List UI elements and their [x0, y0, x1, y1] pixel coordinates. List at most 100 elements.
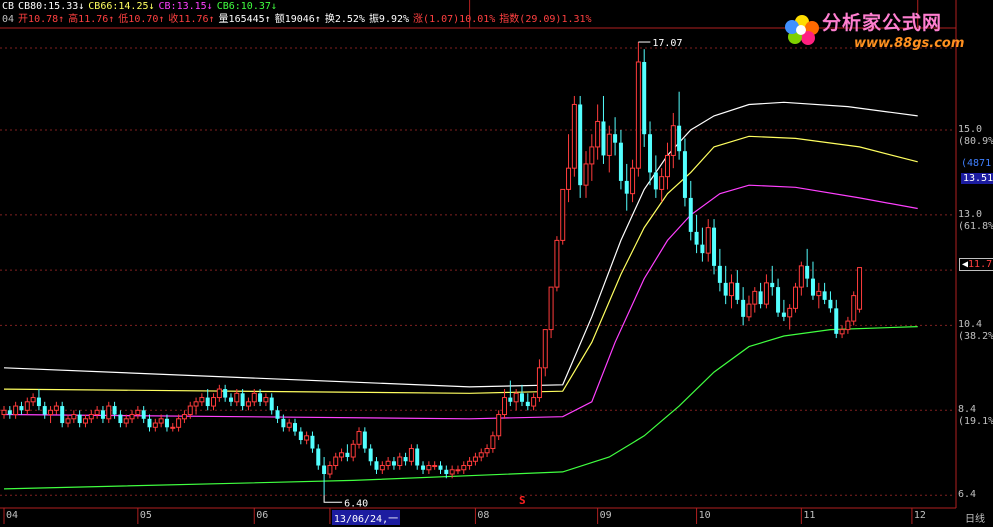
candle — [36, 389, 41, 411]
candle — [700, 227, 705, 262]
candle-body — [729, 282, 734, 297]
period-label[interactable]: 日线 — [965, 510, 985, 525]
candle-body — [700, 244, 705, 254]
ma-legend-item-2: CB66:14.25↓ — [88, 1, 155, 12]
candle — [664, 142, 670, 190]
candle-body — [712, 227, 717, 266]
candle-body — [228, 397, 233, 402]
candle-body — [630, 167, 636, 195]
candle — [630, 159, 636, 203]
candle — [362, 427, 367, 453]
candle-body — [350, 443, 356, 458]
current-price-box: ◀11.7 — [959, 258, 993, 271]
candle — [472, 452, 478, 466]
candle — [141, 406, 146, 424]
candle — [129, 410, 135, 424]
candle — [583, 151, 589, 198]
candle — [746, 295, 752, 322]
candle-body — [776, 287, 781, 313]
ma-legend-item-3: CB:13.15↓ — [158, 1, 213, 12]
candle-body — [508, 397, 513, 402]
candle-body — [798, 265, 804, 288]
candle-body — [48, 409, 54, 416]
candle-body — [281, 418, 286, 428]
candle-body — [566, 167, 572, 190]
candle — [776, 278, 781, 317]
candle-body — [118, 414, 123, 424]
candle-body — [484, 448, 490, 454]
candle-body — [19, 406, 24, 411]
candle — [82, 414, 88, 428]
candle — [659, 168, 665, 203]
candle — [391, 457, 396, 470]
candle — [298, 427, 303, 445]
candle — [805, 248, 810, 288]
candle-body — [648, 134, 653, 173]
candle-body — [385, 460, 391, 467]
candle — [118, 410, 123, 428]
candle-body — [123, 418, 129, 424]
candle — [245, 397, 251, 411]
candle-body — [379, 465, 385, 471]
candle-body — [664, 154, 670, 178]
candle-body — [449, 469, 455, 475]
candle-body — [77, 414, 82, 424]
candle — [408, 444, 414, 466]
candle — [496, 410, 502, 441]
candle-body — [839, 329, 845, 335]
quote-item-6: 额19046↑ — [274, 14, 321, 25]
candle — [181, 410, 187, 424]
candle — [781, 299, 786, 322]
candle-body — [310, 435, 315, 449]
candle-body — [88, 414, 94, 420]
candle-body — [403, 457, 408, 462]
candle-body — [240, 393, 245, 407]
candle-body — [327, 465, 333, 475]
candle-body — [263, 397, 269, 403]
fib-pct-label: (61.8%) — [958, 220, 993, 232]
candle-body — [467, 460, 473, 467]
candle-body — [408, 448, 414, 462]
candle-body — [513, 392, 519, 403]
candle — [566, 134, 572, 203]
candle — [216, 384, 222, 402]
candle — [164, 414, 169, 432]
candle — [578, 95, 583, 198]
candle — [752, 287, 758, 313]
candle-body — [211, 397, 217, 407]
candle — [613, 117, 618, 156]
candle-body — [816, 290, 822, 297]
candle — [88, 410, 94, 424]
candle-body — [642, 61, 647, 135]
candle-body — [763, 282, 769, 305]
candle-body — [583, 163, 589, 186]
candle-body — [828, 299, 833, 309]
candle-body — [164, 418, 169, 428]
candle-body — [635, 61, 641, 169]
ma-legend: CB CB80:15.33↓ CB66:14.25↓ CB:13.15↓ CB6:10.… — [2, 0, 281, 14]
candle-body — [694, 231, 699, 245]
candle — [571, 95, 577, 177]
candle-body — [129, 414, 135, 420]
candle-body — [793, 286, 799, 309]
candle-body — [746, 303, 752, 318]
candle-body — [298, 431, 303, 441]
candle — [712, 219, 717, 275]
candle-body — [653, 172, 658, 190]
candle — [147, 414, 152, 432]
candle — [642, 49, 647, 147]
candle — [845, 316, 851, 334]
candle — [839, 325, 845, 339]
chart-stage[interactable]: 17.07 6.40 S CB CB80:15.33↓ CB66:14.25↓ CB:13… — [0, 0, 993, 525]
candle — [741, 287, 746, 326]
candle-body — [560, 188, 566, 241]
candle-body — [30, 397, 36, 403]
candle — [421, 461, 426, 475]
ma-legend-item-1: CB80:15.33↓ — [18, 1, 85, 12]
candlestick-chart[interactable]: 17.07 6.40 S — [0, 0, 993, 524]
candle — [560, 188, 566, 245]
candle — [403, 452, 408, 466]
logo-url: www.88gs.com — [854, 36, 965, 51]
candle — [368, 444, 373, 466]
candle-body — [356, 431, 362, 445]
